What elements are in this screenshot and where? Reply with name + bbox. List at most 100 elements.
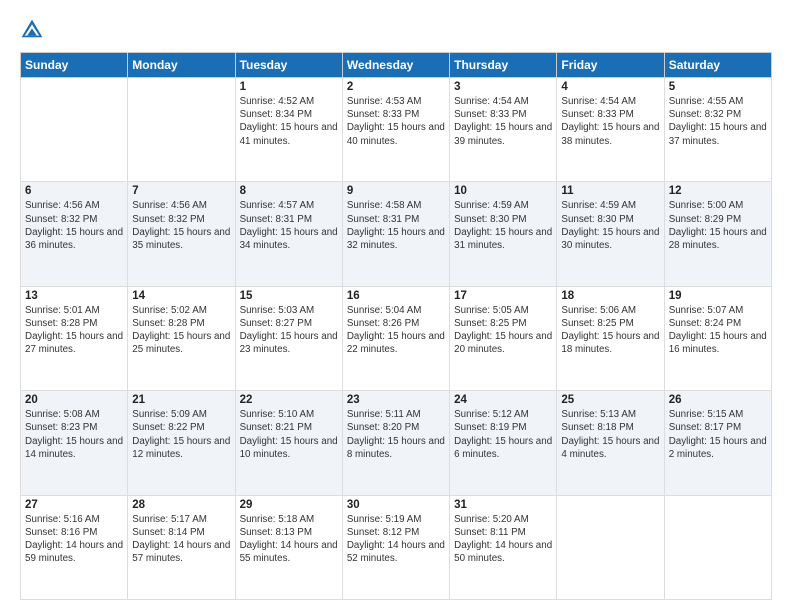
day-info: Sunrise: 5:12 AM Sunset: 8:19 PM Dayligh… [454, 408, 552, 461]
day-number: 31 [454, 499, 552, 511]
day-info: Sunrise: 4:54 AM Sunset: 8:33 PM Dayligh… [454, 95, 552, 148]
calendar-cell: 19 Sunrise: 5:07 AM Sunset: 8:24 PM Dayli… [664, 286, 771, 390]
day-number: 12 [669, 185, 767, 197]
calendar-cell: 1 Sunrise: 4:52 AM Sunset: 8:34 PM Daylig… [235, 78, 342, 182]
calendar-cell: 21 Sunrise: 5:09 AM Sunset: 8:22 PM Dayli… [128, 391, 235, 495]
calendar-cell: 11 Sunrise: 4:59 AM Sunset: 8:30 PM Dayli… [557, 182, 664, 286]
calendar-cell: 29Sunrise: 5:18 AM Sunset: 8:13 PM Dayli… [235, 495, 342, 599]
calendar-table: SundayMondayTuesdayWednesdayThursdayFrid… [20, 52, 772, 600]
calendar-week-0: 1 Sunrise: 4:52 AM Sunset: 8:34 PM Daylig… [21, 78, 772, 182]
calendar-cell [21, 78, 128, 182]
day-number: 23 [347, 394, 445, 406]
day-number: 21 [132, 394, 230, 406]
day-info: Sunrise: 5:13 AM Sunset: 8:18 PM Dayligh… [561, 408, 659, 461]
calendar-cell: 10 Sunrise: 4:59 AM Sunset: 8:30 PM Dayli… [450, 182, 557, 286]
calendar-cell [128, 78, 235, 182]
calendar-cell: 25 Sunrise: 5:13 AM Sunset: 8:18 PM Dayli… [557, 391, 664, 495]
logo [20, 18, 48, 42]
calendar-header: SundayMondayTuesdayWednesdayThursdayFrid… [21, 53, 772, 78]
calendar-cell: 9 Sunrise: 4:58 AM Sunset: 8:31 PM Daylig… [342, 182, 449, 286]
calendar-cell: 22 Sunrise: 5:10 AM Sunset: 8:21 PM Dayli… [235, 391, 342, 495]
calendar-cell: 12Sunrise: 5:00 AM Sunset: 8:29 PM Dayli… [664, 182, 771, 286]
weekday-header-tuesday: Tuesday [235, 53, 342, 78]
calendar-cell: 28 Sunrise: 5:17 AM Sunset: 8:14 PM Dayli… [128, 495, 235, 599]
day-info: Sunrise: 5:17 AM Sunset: 8:14 PM Dayligh… [132, 513, 230, 566]
calendar-cell: 3 Sunrise: 4:54 AM Sunset: 8:33 PM Daylig… [450, 78, 557, 182]
calendar-cell: 13 Sunrise: 5:01 AM Sunset: 8:28 PM Dayli… [21, 286, 128, 390]
day-number: 17 [454, 290, 552, 302]
day-info: Sunrise: 4:52 AM Sunset: 8:34 PM Dayligh… [240, 95, 338, 148]
calendar-cell [557, 495, 664, 599]
calendar-cell: 14Sunrise: 5:02 AM Sunset: 8:28 PM Dayli… [128, 286, 235, 390]
day-info: Sunrise: 5:10 AM Sunset: 8:21 PM Dayligh… [240, 408, 338, 461]
day-number: 29 [240, 499, 338, 511]
day-info: Sunrise: 4:55 AM Sunset: 8:32 PM Dayligh… [669, 95, 767, 148]
day-info: Sunrise: 4:59 AM Sunset: 8:30 PM Dayligh… [561, 199, 659, 252]
day-info: Sunrise: 5:06 AM Sunset: 8:25 PM Dayligh… [561, 304, 659, 357]
day-number: 14 [132, 290, 230, 302]
day-info: Sunrise: 5:08 AM Sunset: 8:23 PM Dayligh… [25, 408, 123, 461]
day-info: Sunrise: 5:04 AM Sunset: 8:26 PM Dayligh… [347, 304, 445, 357]
day-number: 10 [454, 185, 552, 197]
header [20, 18, 772, 42]
day-number: 22 [240, 394, 338, 406]
calendar-cell: 8Sunrise: 4:57 AM Sunset: 8:31 PM Daylig… [235, 182, 342, 286]
weekday-header-monday: Monday [128, 53, 235, 78]
weekday-row: SundayMondayTuesdayWednesdayThursdayFrid… [21, 53, 772, 78]
calendar-cell: 23 Sunrise: 5:11 AM Sunset: 8:20 PM Dayli… [342, 391, 449, 495]
calendar-cell: 6 Sunrise: 4:56 AM Sunset: 8:32 PM Daylig… [21, 182, 128, 286]
day-number: 8 [240, 185, 338, 197]
calendar-cell: 30Sunrise: 5:19 AM Sunset: 8:12 PM Dayli… [342, 495, 449, 599]
calendar-body: 1 Sunrise: 4:52 AM Sunset: 8:34 PM Daylig… [21, 78, 772, 600]
day-number: 6 [25, 185, 123, 197]
calendar-week-2: 13 Sunrise: 5:01 AM Sunset: 8:28 PM Dayli… [21, 286, 772, 390]
day-info: Sunrise: 5:15 AM Sunset: 8:17 PM Dayligh… [669, 408, 767, 461]
calendar-cell: 20 Sunrise: 5:08 AM Sunset: 8:23 PM Dayli… [21, 391, 128, 495]
day-number: 9 [347, 185, 445, 197]
day-info: Sunrise: 5:05 AM Sunset: 8:25 PM Dayligh… [454, 304, 552, 357]
day-number: 19 [669, 290, 767, 302]
day-info: Sunrise: 5:01 AM Sunset: 8:28 PM Dayligh… [25, 304, 123, 357]
calendar-cell: 15Sunrise: 5:03 AM Sunset: 8:27 PM Dayli… [235, 286, 342, 390]
calendar-week-3: 20 Sunrise: 5:08 AM Sunset: 8:23 PM Dayli… [21, 391, 772, 495]
day-number: 25 [561, 394, 659, 406]
calendar-cell: 27 Sunrise: 5:16 AM Sunset: 8:16 PM Dayli… [21, 495, 128, 599]
day-number: 1 [240, 81, 338, 93]
calendar-cell: 31 Sunrise: 5:20 AM Sunset: 8:11 PM Dayli… [450, 495, 557, 599]
calendar-cell: 17 Sunrise: 5:05 AM Sunset: 8:25 PM Dayli… [450, 286, 557, 390]
calendar-cell [664, 495, 771, 599]
day-number: 4 [561, 81, 659, 93]
day-info: Sunrise: 5:19 AM Sunset: 8:12 PM Dayligh… [347, 513, 445, 566]
day-info: Sunrise: 5:16 AM Sunset: 8:16 PM Dayligh… [25, 513, 123, 566]
weekday-header-sunday: Sunday [21, 53, 128, 78]
calendar-cell: 7Sunrise: 4:56 AM Sunset: 8:32 PM Daylig… [128, 182, 235, 286]
day-number: 20 [25, 394, 123, 406]
day-info: Sunrise: 5:07 AM Sunset: 8:24 PM Dayligh… [669, 304, 767, 357]
weekday-header-wednesday: Wednesday [342, 53, 449, 78]
calendar-cell: 24 Sunrise: 5:12 AM Sunset: 8:19 PM Dayli… [450, 391, 557, 495]
day-number: 15 [240, 290, 338, 302]
day-number: 11 [561, 185, 659, 197]
day-info: Sunrise: 5:20 AM Sunset: 8:11 PM Dayligh… [454, 513, 552, 566]
day-info: Sunrise: 4:59 AM Sunset: 8:30 PM Dayligh… [454, 199, 552, 252]
calendar-week-1: 6 Sunrise: 4:56 AM Sunset: 8:32 PM Daylig… [21, 182, 772, 286]
day-info: Sunrise: 4:56 AM Sunset: 8:32 PM Dayligh… [25, 199, 123, 252]
day-info: Sunrise: 4:53 AM Sunset: 8:33 PM Dayligh… [347, 95, 445, 148]
day-number: 27 [25, 499, 123, 511]
day-info: Sunrise: 4:58 AM Sunset: 8:31 PM Dayligh… [347, 199, 445, 252]
calendar-cell: 16Sunrise: 5:04 AM Sunset: 8:26 PM Dayli… [342, 286, 449, 390]
day-number: 5 [669, 81, 767, 93]
weekday-header-friday: Friday [557, 53, 664, 78]
day-number: 28 [132, 499, 230, 511]
day-info: Sunrise: 5:09 AM Sunset: 8:22 PM Dayligh… [132, 408, 230, 461]
day-number: 24 [454, 394, 552, 406]
day-info: Sunrise: 5:11 AM Sunset: 8:20 PM Dayligh… [347, 408, 445, 461]
day-number: 13 [25, 290, 123, 302]
calendar-cell: 18 Sunrise: 5:06 AM Sunset: 8:25 PM Dayli… [557, 286, 664, 390]
weekday-header-saturday: Saturday [664, 53, 771, 78]
day-number: 18 [561, 290, 659, 302]
day-number: 2 [347, 81, 445, 93]
day-number: 26 [669, 394, 767, 406]
day-info: Sunrise: 4:56 AM Sunset: 8:32 PM Dayligh… [132, 199, 230, 252]
day-number: 3 [454, 81, 552, 93]
